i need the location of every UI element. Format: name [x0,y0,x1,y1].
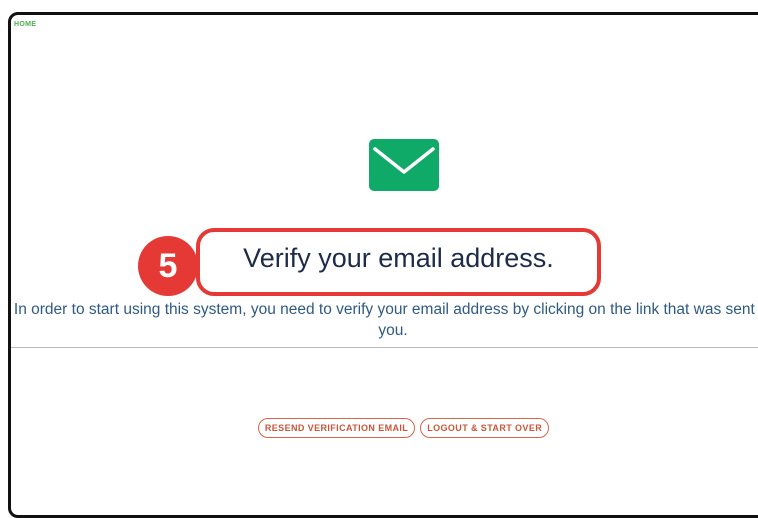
page-title: Verify your email address. [243,243,554,273]
verification-instructions: In order to start using this system, you… [13,301,758,339]
home-link[interactable]: HOME [14,21,36,28]
logout-start-over-button[interactable]: LOGOUT & START OVER [420,418,550,438]
divider [11,347,758,348]
screenshot-frame: HOME 5 Verify your email address. In ord… [8,12,758,518]
resend-verification-button[interactable]: RESEND VERIFICATION EMAIL [257,418,416,438]
step-number-badge: 5 [138,236,198,296]
action-buttons: RESEND VERIFICATION EMAIL LOGOUT & START… [11,418,758,438]
envelope-icon [369,139,439,191]
